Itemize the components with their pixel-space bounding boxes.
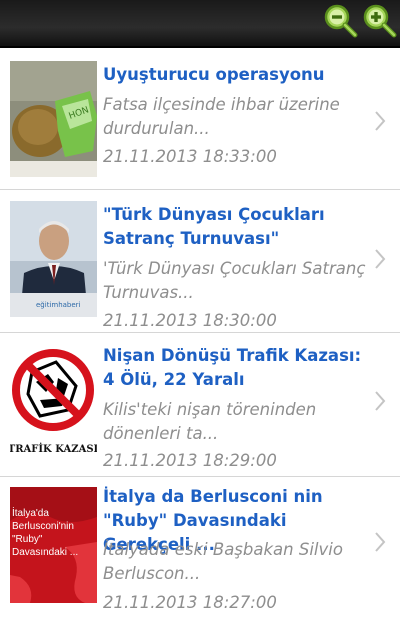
news-title: Uyuşturucu operasyonu: [103, 65, 325, 84]
news-summary: Kilis'teki nişan töreninden dönenleri ta…: [103, 400, 317, 443]
news-item[interactable]: eğitimhaberi "Türk Dünyası Çocukları Sat…: [0, 190, 400, 333]
news-date: 21.11.2013 18:29:00: [103, 451, 277, 470]
news-title: Nişan Dönüşü Trafik Kazası: 4 Ölü, 22 Ya…: [103, 346, 362, 389]
news-summary: 'Türk Dünyası Çocukları Satranç Turnuvas…: [103, 259, 366, 302]
news-date: 21.11.2013 18:30:00: [103, 311, 277, 330]
zoom-in-icon[interactable]: [362, 3, 398, 39]
chevron-right-icon: [374, 531, 386, 553]
top-toolbar: [0, 0, 400, 48]
thumb-caption: eğitimhaberi: [36, 301, 81, 309]
news-item[interactable]: İtalya'da Berlusconi'nin "Ruby" Davasınd…: [0, 477, 400, 617]
zoom-out-icon[interactable]: [323, 3, 359, 39]
chevron-right-icon: [374, 390, 386, 412]
thumb-caption: TRAFİK KAZASI: [10, 442, 97, 455]
news-date: 21.11.2013 18:33:00: [103, 147, 277, 166]
thumb-caption: İtalya'da Berlusconi'nin "Ruby" Davasınd…: [12, 508, 79, 558]
chevron-right-icon: [374, 248, 386, 270]
news-title: "Türk Dünyası Çocukları Satranç Turnuvas…: [103, 205, 325, 248]
news-list: HON Uyuşturucu operasyonu Fatsa ilçesind…: [0, 48, 400, 617]
chevron-right-icon: [374, 110, 386, 132]
news-thumbnail: İtalya'da Berlusconi'nin "Ruby" Davasınd…: [10, 487, 97, 603]
news-summary: Fatsa ilçesinde ihbar üzerine durdurulan…: [103, 95, 340, 138]
news-date: 21.11.2013 18:27:00: [103, 593, 277, 612]
news-item[interactable]: TRAFİK KAZASI Nişan Dönüşü Trafik Kazası…: [0, 333, 400, 477]
news-thumbnail: eğitimhaberi: [10, 201, 97, 317]
news-thumbnail: TRAFİK KAZASI: [10, 344, 97, 460]
news-thumbnail: HON: [10, 61, 97, 177]
news-summary: İtalyada eski Başbakan Silvio Berluscon.…: [103, 540, 343, 583]
news-item[interactable]: HON Uyuşturucu operasyonu Fatsa ilçesind…: [0, 48, 400, 190]
